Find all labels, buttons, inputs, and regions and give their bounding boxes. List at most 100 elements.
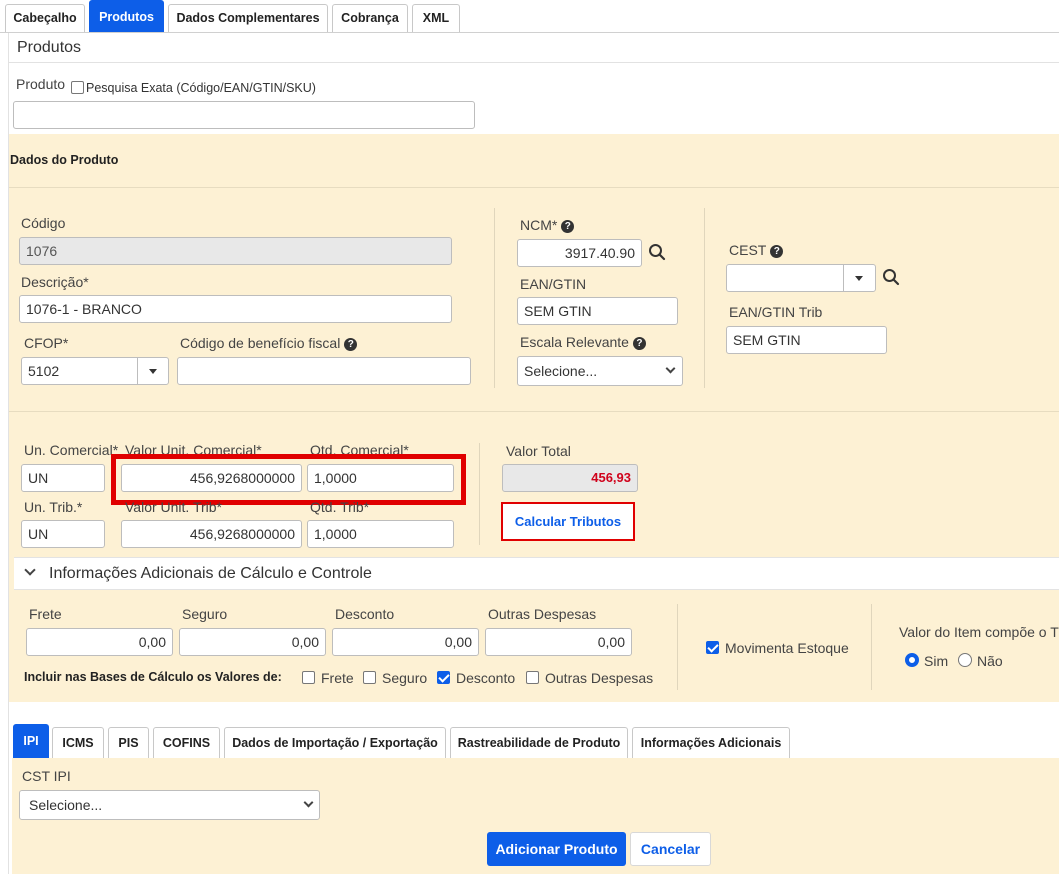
incluir-frete-checkbox[interactable]	[302, 671, 315, 684]
chevron-down-icon	[665, 363, 676, 374]
un-comercial-field[interactable]: UN	[21, 464, 105, 492]
tab-rastreabilidade[interactable]: Rastreabilidade de Produto	[450, 727, 628, 758]
seguro-label: Seguro	[182, 606, 228, 622]
ncm-label: NCM*?	[520, 217, 575, 233]
nao-label: Não	[977, 653, 1003, 669]
help-icon[interactable]: ?	[561, 220, 575, 233]
tab-xml[interactable]: XML	[412, 4, 460, 32]
beneficio-label: Código de benefício fiscal?	[180, 335, 358, 351]
outras-label: Outras Despesas	[488, 606, 597, 622]
outras-field[interactable]: 0,00	[485, 628, 632, 656]
exact-search-checkbox[interactable]	[71, 81, 84, 94]
produto-label: Produto	[16, 76, 66, 92]
escala-label-text: Escala Relevante	[520, 334, 629, 350]
ean-field[interactable]: SEM GTIN	[517, 297, 678, 325]
tab-informacoes-adicionais[interactable]: Informações Adicionais	[632, 727, 790, 758]
cest-divider	[843, 265, 844, 291]
accordion-title: Informações Adicionais de Cálculo e Cont…	[49, 565, 372, 582]
chevron-down-icon	[855, 276, 863, 281]
search-icon[interactable]	[648, 243, 666, 261]
calcular-tributos-button[interactable]: Calcular Tributos	[501, 502, 635, 541]
escala-select[interactable]: Selecione...	[517, 356, 683, 386]
tab-cofins[interactable]: COFINS	[153, 727, 220, 758]
help-icon[interactable]: ?	[770, 245, 784, 258]
valor-total-field: 456,93	[502, 464, 638, 492]
un-trib-field[interactable]: UN	[21, 520, 105, 548]
chevron-down-icon	[303, 797, 314, 808]
help-icon[interactable]: ?	[632, 337, 646, 350]
escala-value: Selecione...	[524, 363, 598, 379]
cfop-divider	[137, 358, 138, 384]
cfop-label: CFOP*	[24, 335, 69, 351]
chevron-down-icon	[149, 369, 157, 374]
un-trib-label: Un. Trib.*	[24, 499, 83, 515]
dados-produto-title: Dados do Produto	[10, 153, 119, 167]
tab-cobranca[interactable]: Cobrança	[332, 4, 408, 32]
qtd-trib-label: Qtd. Trib*	[310, 499, 370, 515]
movimenta-estoque-label: Movimenta Estoque	[725, 640, 849, 656]
descricao-field[interactable]: 1076-1 - BRANCO	[19, 295, 452, 323]
valor-unit-trib-field[interactable]: 456,9268000000	[121, 520, 302, 548]
section-divider	[8, 62, 1059, 63]
panel-divider-1	[9, 187, 1059, 188]
incluir-outras-label: Outras Despesas	[545, 670, 654, 686]
cest-select[interactable]	[726, 264, 876, 292]
incluir-desconto-checkbox[interactable]	[437, 671, 450, 684]
valor-unit-trib-label: Valor Unit. Trib*	[125, 499, 222, 515]
tab-produtos[interactable]: Produtos	[89, 0, 164, 32]
codigo-label: Código	[21, 215, 66, 231]
chevron-down-icon	[24, 564, 36, 576]
codigo-field: 1076	[19, 237, 452, 265]
ean-trib-label: EAN/GTIN Trib	[729, 304, 823, 320]
cst-ipi-label: CST IPI	[22, 768, 71, 784]
movimenta-estoque-checkbox[interactable]	[706, 641, 719, 654]
cest-label: CEST?	[729, 242, 784, 258]
frete-field[interactable]: 0,00	[26, 628, 173, 656]
ean-trib-field[interactable]: SEM GTIN	[726, 326, 887, 354]
valor-item-label: Valor do Item compõe o T	[899, 624, 1059, 640]
help-icon[interactable]: ?	[344, 338, 358, 351]
exact-search-label: Pesquisa Exata (Código/EAN/GTIN/SKU)	[86, 81, 316, 95]
column-divider-5	[871, 604, 872, 690]
cest-label-text: CEST	[729, 242, 767, 258]
adicionar-produto-button[interactable]: Adicionar Produto	[487, 832, 626, 866]
search-icon[interactable]	[882, 268, 900, 286]
incluir-frete-label: Frete	[321, 670, 354, 686]
column-divider-3	[479, 443, 480, 545]
accordion-header[interactable]: Informações Adicionais de Cálculo e Cont…	[14, 557, 1059, 590]
sim-radio[interactable]	[905, 653, 919, 667]
tab-ipi[interactable]: IPI	[13, 724, 49, 758]
valor-total-label: Valor Total	[506, 443, 571, 459]
nao-radio[interactable]	[958, 653, 972, 667]
escala-label: Escala Relevante?	[520, 334, 646, 350]
cancelar-button[interactable]: Cancelar	[630, 832, 711, 866]
qtd-trib-field[interactable]: 1,0000	[307, 520, 454, 548]
cst-ipi-value: Selecione...	[29, 797, 103, 813]
produto-input[interactable]	[13, 101, 475, 129]
beneficio-field[interactable]	[177, 357, 471, 385]
column-divider-1	[494, 208, 495, 388]
seguro-field[interactable]: 0,00	[179, 628, 326, 656]
incluir-seguro-checkbox[interactable]	[363, 671, 376, 684]
desconto-field[interactable]: 0,00	[332, 628, 479, 656]
ncm-label-text: NCM*	[520, 217, 558, 233]
tab-dados-complementares[interactable]: Dados Complementares	[168, 4, 328, 32]
section-title: Produtos	[17, 39, 82, 56]
cst-ipi-select[interactable]: Selecione...	[19, 790, 320, 820]
un-comercial-label: Un. Comercial*	[24, 442, 119, 458]
tab-icms[interactable]: ICMS	[52, 727, 104, 758]
sim-label: Sim	[924, 653, 949, 669]
tab-cabecalho[interactable]: Cabeçalho	[5, 4, 85, 32]
column-divider-2	[704, 208, 705, 388]
cfop-value: 5102	[28, 363, 60, 379]
ncm-field[interactable]: 3917.40.90	[517, 239, 642, 267]
tab-importacao[interactable]: Dados de Importação / Exportação	[224, 727, 446, 758]
cfop-select[interactable]: 5102	[21, 357, 169, 385]
descricao-label: Descrição*	[21, 274, 89, 290]
frete-label: Frete	[29, 606, 62, 622]
incluir-outras-checkbox[interactable]	[526, 671, 539, 684]
highlight-box	[111, 454, 466, 505]
tab-pis[interactable]: PIS	[108, 727, 149, 758]
incluir-label: Incluir nas Bases de Cálculo os Valores …	[24, 670, 282, 684]
tabs-underline	[0, 32, 1059, 33]
